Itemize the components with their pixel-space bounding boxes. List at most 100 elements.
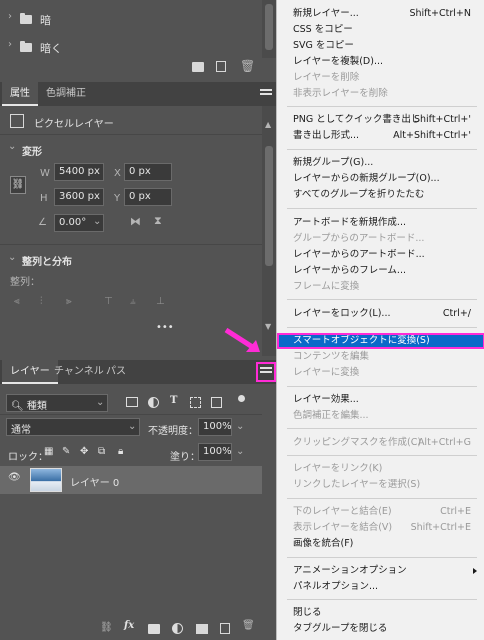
align-sub-label: 整列： — [10, 277, 40, 288]
menu-item-convert-to-layers: レイヤーに変換 — [293, 367, 360, 378]
menu-item-frame-from-layers[interactable]: レイヤーからのフレーム... — [277, 263, 484, 279]
chevron-right-icon[interactable]: › — [8, 39, 12, 50]
new-layer-icon[interactable] — [220, 623, 230, 634]
menu-item-close[interactable]: 閉じる — [277, 605, 484, 621]
tab-adjustments[interactable]: 色調補正 — [38, 82, 94, 106]
y-field[interactable]: 0 px — [124, 188, 172, 206]
menu-item-flatten-image[interactable]: 画像を統合(F) — [277, 536, 484, 552]
scrollbar[interactable] — [262, 0, 276, 58]
annotation-arrow — [222, 326, 262, 356]
divider — [0, 414, 262, 415]
lock-label: ロック： — [8, 452, 48, 463]
filter-pixel-icon[interactable] — [126, 397, 138, 407]
fill-field[interactable]: 100% — [198, 443, 232, 461]
align-right-icon[interactable]: ⫸ — [66, 296, 72, 307]
chevron-down-icon[interactable]: ⌄ — [93, 216, 101, 227]
trash-icon[interactable]: 🗑 — [240, 59, 255, 73]
align-left-icon[interactable]: ⫷ — [14, 296, 20, 307]
menu-item-group-from-layers[interactable]: レイヤーからの新規グループ(O)... — [277, 171, 484, 187]
lock-image-icon[interactable]: ✎ — [62, 446, 70, 457]
menu-item-convert-to-smart-object[interactable]: スマートオブジェクトに変換(S) — [277, 333, 484, 349]
chevron-down-icon[interactable]: ⌄ — [128, 421, 136, 432]
menu-item-quick-export-png[interactable]: PNG としてクイック書き出し Shift+Ctrl+' — [277, 112, 484, 128]
align-center-h-icon[interactable]: ⫶ — [40, 296, 43, 307]
menu-item-convert-to-frame: フレームに変換 — [293, 281, 360, 292]
layers-panel-menu-icon[interactable] — [256, 362, 276, 382]
menu-item-duplicate-layer[interactable]: レイヤーを複製(D)... — [277, 54, 484, 70]
scrollbar[interactable] — [262, 106, 276, 356]
more-options-icon[interactable]: ••• — [156, 322, 174, 333]
new-group-icon[interactable] — [196, 624, 208, 634]
lock-transparent-icon[interactable]: ▦ — [44, 446, 53, 457]
height-field[interactable]: 3600 px — [54, 188, 104, 206]
lock-all-icon[interactable]: 🔒︎ — [118, 446, 123, 457]
flip-horizontal-icon[interactable]: ⧓ — [130, 215, 141, 228]
group-label: 暗 — [40, 14, 51, 27]
chevron-down-icon[interactable]: ⌄ — [236, 421, 244, 432]
filter-kind-select[interactable]: 🔍︎ 種類 — [6, 394, 108, 412]
menu-item-copy-svg[interactable]: SVG をコピー — [277, 38, 484, 54]
chevron-down-icon[interactable]: ⌄ — [8, 141, 16, 152]
scrollbar-thumb[interactable] — [265, 4, 273, 50]
filter-toggle-icon[interactable] — [238, 395, 245, 402]
fx-icon[interactable]: fx — [124, 620, 134, 631]
layer-name[interactable]: レイヤー 0 — [70, 474, 119, 489]
width-field[interactable]: 5400 px — [54, 163, 104, 181]
menu-item-artboard-from-layers[interactable]: レイヤーからのアートボード... — [277, 247, 484, 263]
chevron-right-icon[interactable]: › — [8, 11, 12, 22]
align-top-icon[interactable]: ⊤ — [104, 296, 113, 307]
menu-item-new-artboard[interactable]: アートボードを新規作成... — [277, 215, 484, 231]
scroll-down-icon[interactable]: ▼ — [265, 322, 271, 331]
menu-item-new-layer[interactable]: 新規レイヤー... Shift+Ctrl+N — [277, 6, 484, 22]
panel-menu-icon[interactable] — [260, 88, 272, 100]
menu-item-new-group[interactable]: 新規グループ(G)... — [277, 155, 484, 171]
menu-separator — [287, 208, 477, 209]
add-mask-icon[interactable] — [148, 624, 160, 634]
filter-adjustment-icon[interactable] — [148, 397, 159, 408]
menu-item-lock-layers[interactable]: レイヤーをロック(L)... Ctrl+/ — [277, 306, 484, 322]
chevron-down-icon[interactable]: ⌄ — [8, 252, 16, 263]
menu-item-panel-options[interactable]: パネルオプション... — [277, 579, 484, 595]
scrollbar-thumb[interactable] — [265, 146, 273, 266]
filter-shape-icon[interactable] — [190, 397, 201, 408]
group-label: 暗く — [40, 42, 62, 55]
opacity-field[interactable]: 100% — [198, 418, 232, 436]
x-field[interactable]: 0 px — [124, 163, 172, 181]
chevron-down-icon[interactable]: ⌄ — [96, 397, 104, 408]
lock-artboard-icon[interactable]: ⧉ — [98, 446, 105, 457]
link-icon[interactable]: ⛓ — [10, 176, 26, 194]
new-layer-icon[interactable] — [216, 61, 226, 72]
fill-label: 塗り： — [170, 452, 200, 463]
group-row[interactable]: › 暗く — [0, 36, 262, 56]
menu-item-animation-options[interactable]: アニメーションオプション — [277, 563, 484, 579]
menu-item-export-as[interactable]: 書き出し形式... Alt+Shift+Ctrl+' — [277, 128, 484, 144]
chevron-down-icon[interactable]: ⌄ — [236, 446, 244, 457]
link-layers-icon[interactable]: ⛓ — [100, 622, 113, 633]
menu-item-copy-css[interactable]: CSS をコピー — [277, 22, 484, 38]
menu-item-close-tab-group[interactable]: タブグループを閉じる — [277, 621, 484, 637]
adjustment-layer-icon[interactable] — [172, 623, 183, 634]
align-bottom-icon[interactable]: ⊥ — [156, 296, 165, 307]
tab-properties[interactable]: 属性 — [2, 82, 38, 106]
filter-type-icon[interactable]: T — [170, 395, 177, 406]
lock-position-icon[interactable]: ✥ — [80, 446, 88, 457]
blend-mode-select[interactable]: 通常 — [6, 418, 140, 436]
menu-item-merge-down: 下のレイヤーと結合(E) Ctrl+E — [293, 506, 471, 517]
menu-item-edit-adjustment: 色調補正を編集... — [293, 410, 369, 421]
menu-item-collapse-all-groups[interactable]: すべてのグループを折りたたむ — [277, 187, 484, 203]
new-folder-icon[interactable] — [192, 62, 204, 72]
h-label: H — [40, 193, 48, 204]
tab-paths[interactable]: パス — [98, 360, 134, 384]
trash-icon[interactable]: 🗑 — [242, 620, 255, 631]
align-title: 整列と分布 — [22, 257, 72, 268]
group-row[interactable]: › 暗 — [0, 8, 262, 28]
filter-smart-object-icon[interactable] — [211, 397, 222, 408]
menu-item-blending-options[interactable]: レイヤー効果... — [277, 392, 484, 408]
flip-vertical-icon[interactable]: ⧗ — [154, 214, 162, 228]
visibility-eye-icon[interactable]: 👁︎ — [8, 472, 21, 483]
y-label: Y — [114, 193, 121, 204]
scroll-up-icon[interactable]: ▲ — [265, 120, 271, 129]
layer-row[interactable]: 👁︎ レイヤー 0 — [0, 466, 262, 494]
scrollbar[interactable] — [262, 384, 276, 640]
align-center-v-icon[interactable]: ⫨ — [130, 296, 136, 307]
